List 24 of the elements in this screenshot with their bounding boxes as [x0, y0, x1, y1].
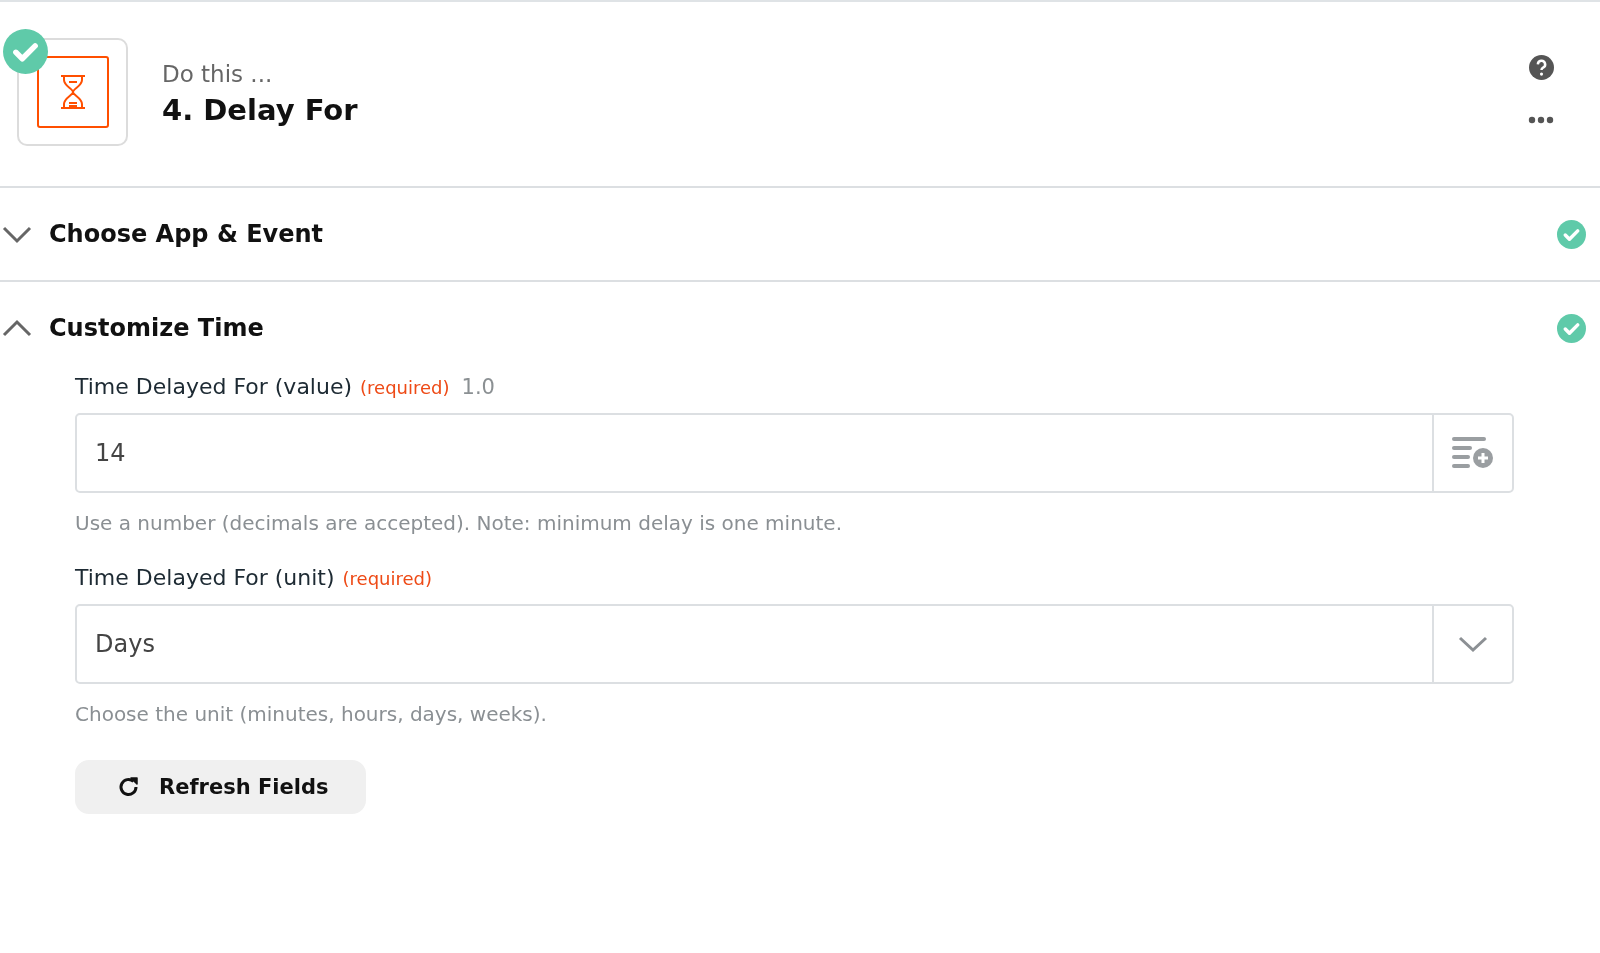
field-label: Time Delayed For (unit)	[75, 565, 335, 590]
section-title: Choose App & Event	[49, 220, 325, 248]
refresh-icon	[117, 775, 141, 799]
dropdown-chevron-icon[interactable]	[1458, 635, 1488, 653]
more-options-icon[interactable]	[1528, 115, 1554, 124]
version-label: 1.0	[461, 375, 495, 399]
chevron-down-icon[interactable]	[2, 224, 32, 244]
value-field[interactable]: 14	[75, 413, 1514, 493]
field-help-text: Choose the unit (minutes, hours, days, weeks).	[75, 702, 548, 726]
refresh-fields-button[interactable]: Refresh Fields	[75, 760, 367, 814]
required-tag: (required)	[342, 568, 433, 589]
field-help-text: Use a number (decimals are accepted). Note: minimum delay is one minute.	[75, 511, 843, 535]
chevron-up-icon[interactable]	[2, 318, 32, 338]
insert-data-icon[interactable]	[1451, 435, 1495, 471]
required-tag: (required)	[360, 377, 450, 398]
section-header[interactable]: Choose App & Event	[0, 188, 1600, 280]
field-label: Time Delayed For (value)	[75, 374, 353, 399]
hourglass-icon	[36, 56, 109, 128]
section-title: Customize Time	[49, 314, 265, 342]
step-title: 4. Delay For	[162, 93, 359, 127]
help-icon[interactable]	[1528, 54, 1554, 80]
section-header[interactable]: Customize Time	[0, 282, 1600, 374]
step-eyebrow: Do this ...	[162, 61, 274, 87]
unit-dropdown[interactable]: Days	[75, 604, 1514, 684]
